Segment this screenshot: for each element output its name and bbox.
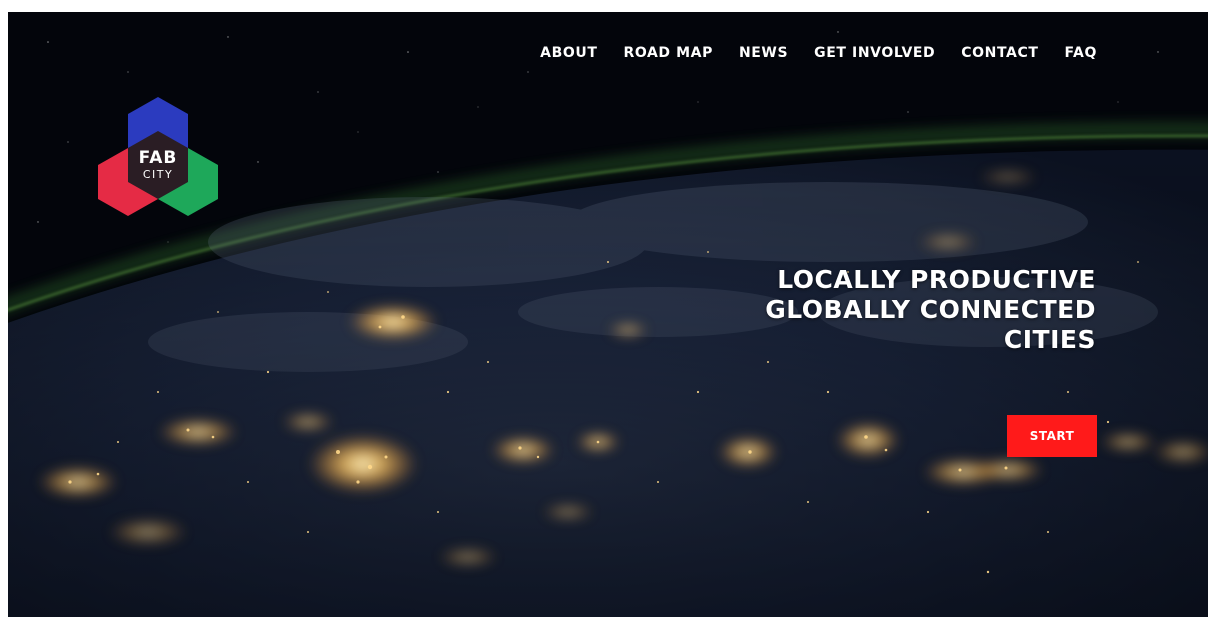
nav-link-faq[interactable]: FAQ [1065, 45, 1098, 61]
nav-link-get-involved[interactable]: GET INVOLVED [814, 45, 935, 61]
hero-line-3: CITIES [1003, 325, 1096, 354]
hero-section: ABOUT ROAD MAP NEWS GET INVOLVED CONTACT… [8, 12, 1208, 617]
nav-link-about[interactable]: ABOUT [540, 45, 597, 61]
start-button[interactable]: START [1007, 415, 1097, 457]
nav-link-news[interactable]: NEWS [739, 45, 788, 61]
logo-text-city: CITY [142, 168, 174, 181]
logo-text-fab: FAB [138, 148, 178, 168]
hero-line-2: GLOBALLY CONNECTED [765, 295, 1096, 324]
hero-line-1: LOCALLY PRODUCTIVE [777, 265, 1096, 294]
fab-city-logo[interactable]: FAB CITY [98, 96, 218, 218]
nav-link-road-map[interactable]: ROAD MAP [623, 45, 712, 61]
nav-link-contact[interactable]: CONTACT [961, 45, 1038, 61]
hero-headline: LOCALLY PRODUCTIVE GLOBALLY CONNECTED CI… [765, 265, 1096, 355]
main-nav: ABOUT ROAD MAP NEWS GET INVOLVED CONTACT… [540, 45, 1097, 61]
